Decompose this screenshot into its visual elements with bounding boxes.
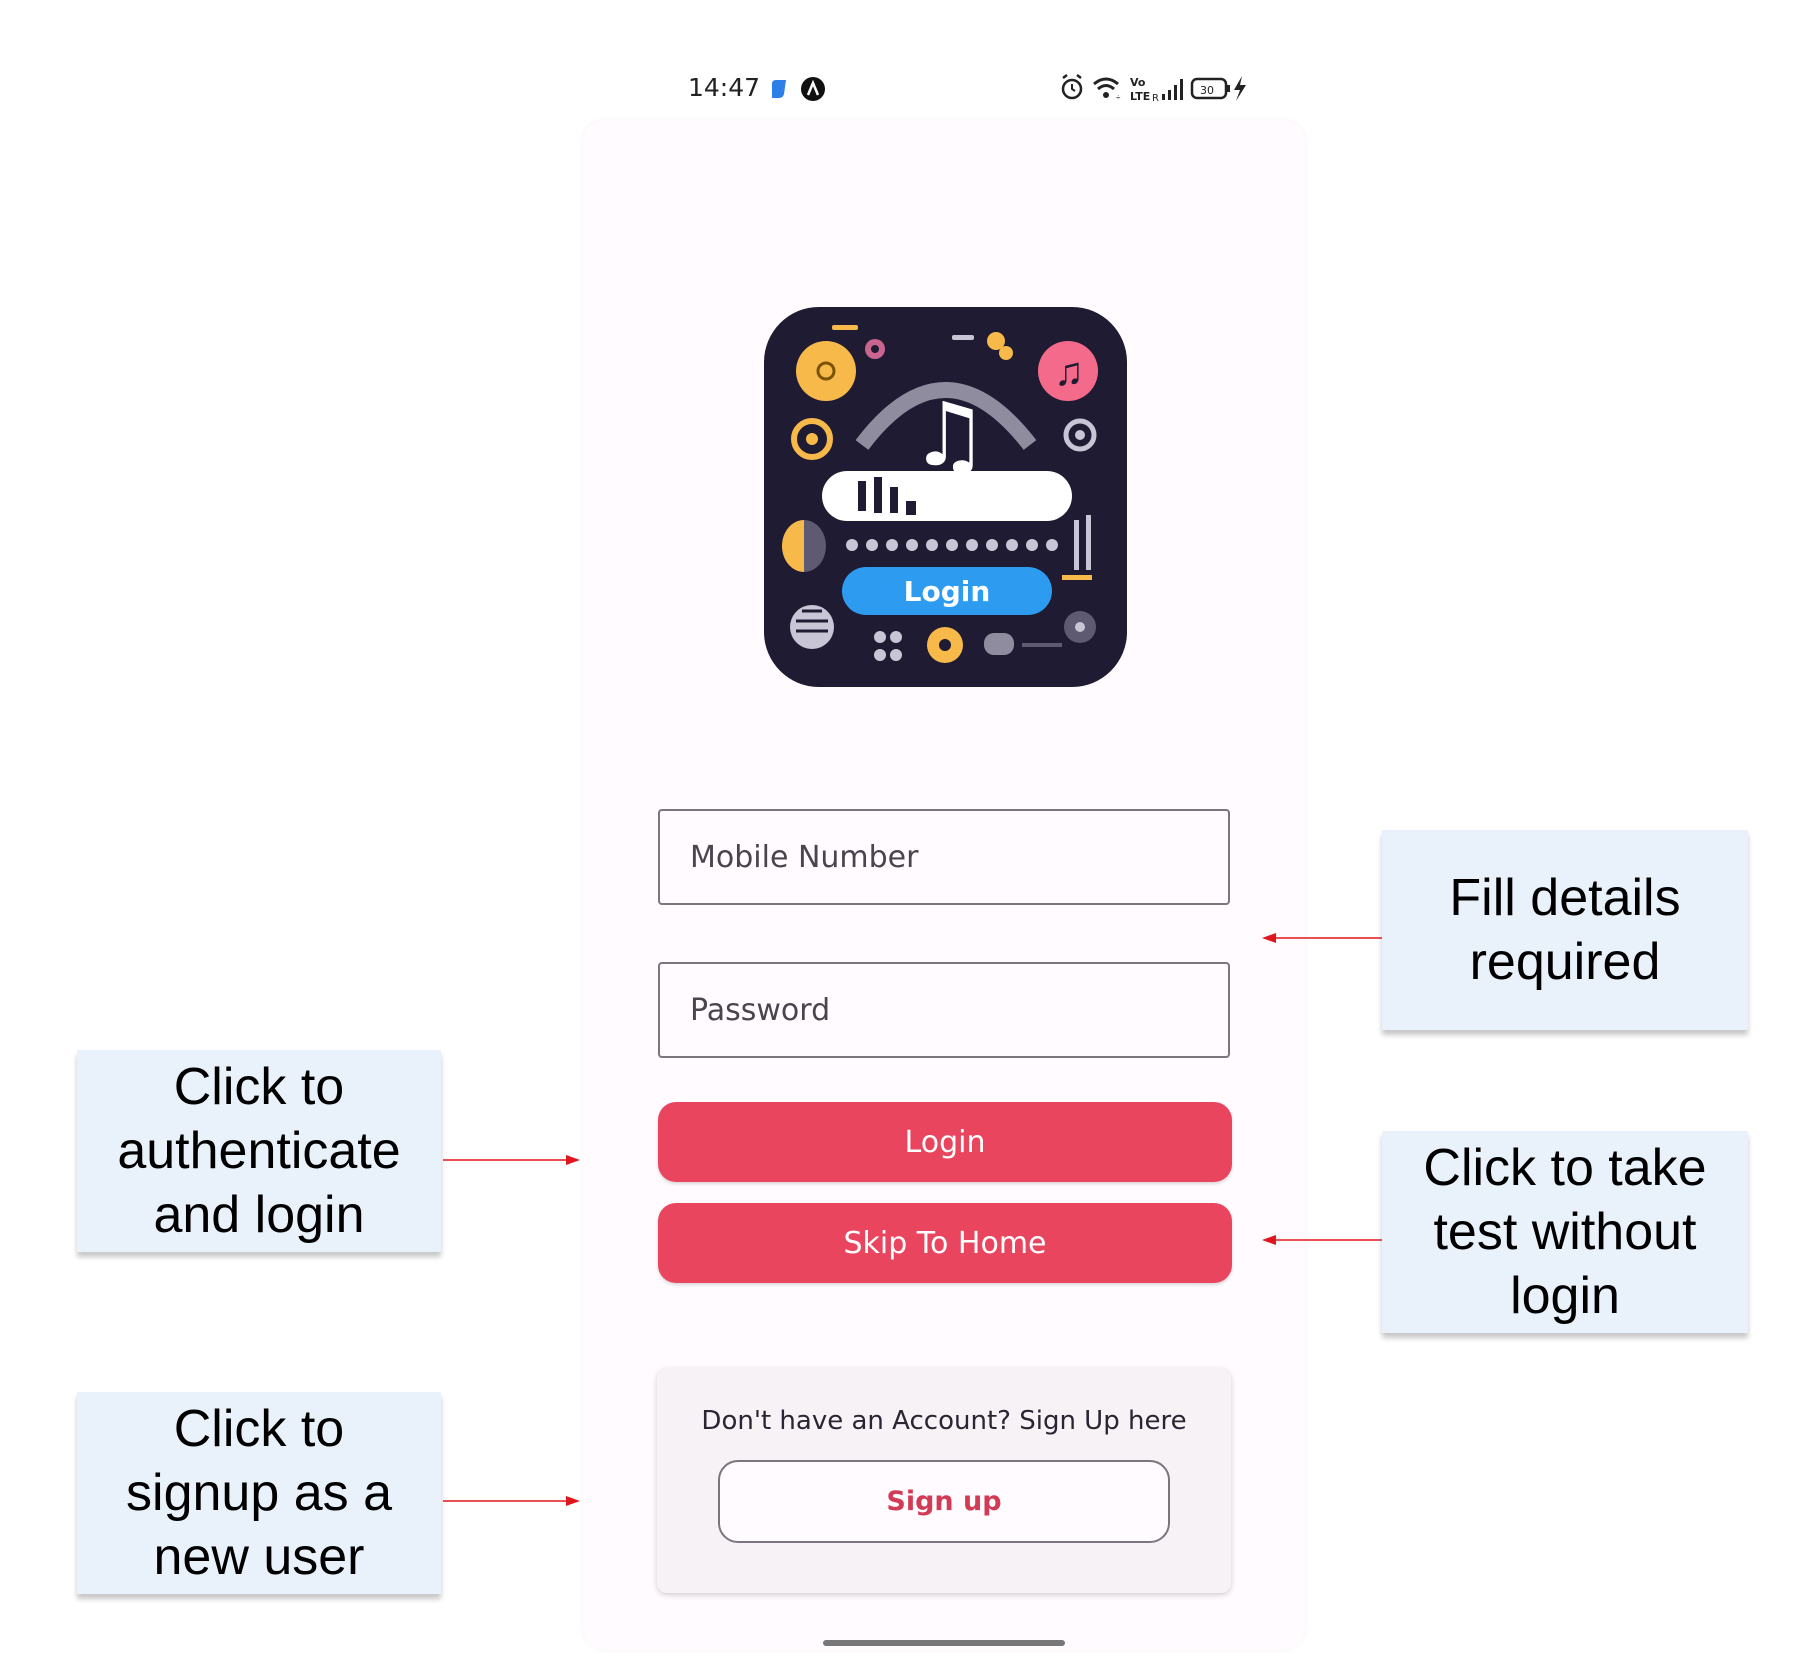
annotation-line: authenticate — [117, 1122, 401, 1180]
volte-icon: VoLTE — [1130, 76, 1150, 103]
battery-icon: 30 — [1190, 77, 1230, 100]
annotation-line: test without — [1433, 1203, 1697, 1261]
mobile-number-input[interactable] — [658, 809, 1230, 905]
annotation-line: Click to take — [1423, 1139, 1707, 1197]
annotation-login: Click to authenticate and login — [77, 1050, 441, 1252]
svg-text:÷: ÷ — [1116, 93, 1121, 102]
svg-text:Vo: Vo — [1130, 76, 1146, 89]
app-logo-icon: ♫ ♫ Login — [764, 307, 1127, 687]
notification-icons — [772, 77, 825, 101]
annotation-line: Click to — [173, 1400, 345, 1458]
signup-card: Don't have an Account? Sign Up here Sign… — [657, 1368, 1231, 1593]
login-button[interactable]: Login — [658, 1102, 1232, 1182]
home-indicator[interactable] — [823, 1640, 1065, 1646]
svg-text:♫: ♫ — [910, 383, 989, 486]
app-badge-icon — [772, 80, 786, 98]
sign-up-button[interactable]: Sign up — [718, 1460, 1170, 1543]
alarm-icon — [1061, 74, 1083, 100]
annotation-line: signup as a — [126, 1464, 392, 1522]
signal-icon: R — [1152, 79, 1183, 104]
annotation-fill-details: Fill details required — [1382, 830, 1748, 1030]
password-input[interactable] — [658, 962, 1230, 1058]
signup-prompt: Don't have an Account? Sign Up here — [701, 1406, 1187, 1436]
annotation-line: Fill details — [1449, 869, 1681, 927]
svg-text:LTE: LTE — [1130, 90, 1150, 103]
svg-text:R: R — [1152, 93, 1159, 104]
wifi-icon: ÷ — [1093, 77, 1121, 102]
skip-to-home-button[interactable]: Skip To Home — [658, 1203, 1232, 1283]
annotation-skip: Click to take test without login — [1382, 1131, 1748, 1333]
annotation-line: login — [1510, 1267, 1620, 1325]
svg-text:30: 30 — [1200, 84, 1214, 97]
annotation-signup: Click to signup as a new user — [77, 1392, 441, 1594]
svg-text:Login: Login — [904, 575, 991, 608]
annotation-line: and login — [153, 1186, 365, 1244]
status-bar: 14:47 ÷ Vo LTE R 30 — [600, 60, 1280, 116]
annotation-line: required — [1469, 933, 1661, 991]
avatar-a-icon — [801, 77, 825, 101]
system-icons: ÷ VoLTE R 30 — [1061, 74, 1246, 104]
svg-text:♫: ♫ — [1054, 350, 1084, 394]
charging-icon — [1234, 76, 1246, 101]
annotation-line: Click to — [173, 1058, 345, 1116]
annotation-line: new user — [153, 1528, 365, 1586]
status-time: 14:47 — [688, 73, 761, 102]
